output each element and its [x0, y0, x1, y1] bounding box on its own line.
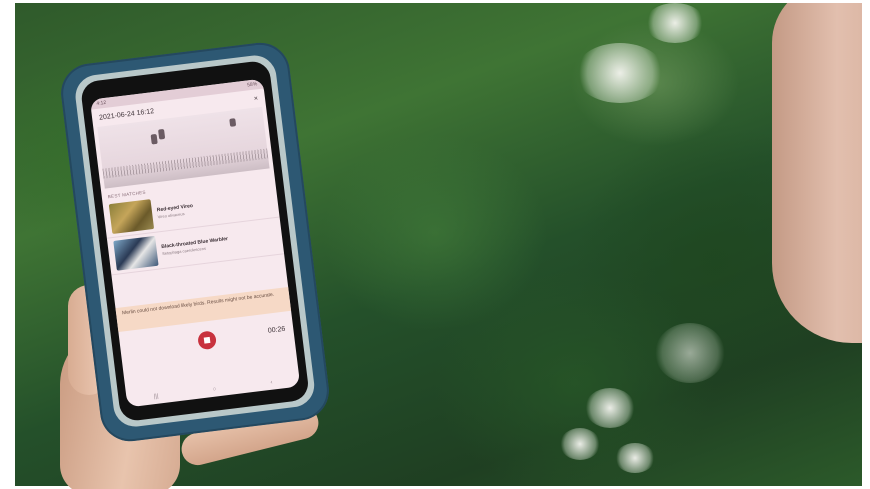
white-flower-cluster	[575, 43, 665, 103]
spectrogram-call	[229, 118, 237, 127]
white-flower-cluster	[615, 443, 655, 473]
bird-thumbnail	[113, 235, 159, 271]
stop-icon	[203, 336, 211, 344]
status-time: 4:12	[96, 99, 107, 107]
recents-button[interactable]: |||	[154, 394, 159, 401]
result-text: Black-throated Blue Warbler Setophaga ca…	[161, 236, 229, 256]
home-button[interactable]: ○	[212, 387, 216, 393]
phone-case: 4:12 58% 2021-06-24 16:12 × BEST MATCHES	[57, 39, 333, 445]
phone-rim: 4:12 58% 2021-06-24 16:12 × BEST MATCHES	[73, 53, 317, 429]
recording-timer: 00:26	[267, 325, 286, 335]
app-screen: 4:12 58% 2021-06-24 16:12 × BEST MATCHES	[89, 78, 301, 408]
battery-icon: 58%	[246, 81, 258, 89]
stop-button[interactable]	[197, 330, 218, 351]
spectrogram-call	[150, 133, 158, 145]
bird-thumbnail	[108, 199, 155, 235]
phone-body: 4:12 58% 2021-06-24 16:12 × BEST MATCHES	[79, 59, 311, 423]
spectrogram-call	[158, 128, 166, 140]
white-flower-cluster	[645, 3, 705, 43]
photo-frame: 4:12 58% 2021-06-24 16:12 × BEST MATCHES	[0, 0, 870, 489]
back-button[interactable]: ‹	[270, 380, 273, 386]
white-flower-cluster	[585, 388, 635, 428]
android-nav-bar: ||| ○ ‹	[126, 372, 300, 407]
white-flower-cluster	[655, 323, 725, 383]
person-shoulder	[772, 3, 862, 343]
result-text: Red-eyed Vireo Vireo olivaceus	[157, 203, 195, 219]
recording-title: 2021-06-24 16:12	[98, 107, 155, 122]
close-icon[interactable]: ×	[253, 95, 258, 102]
white-flower-cluster	[560, 428, 600, 460]
